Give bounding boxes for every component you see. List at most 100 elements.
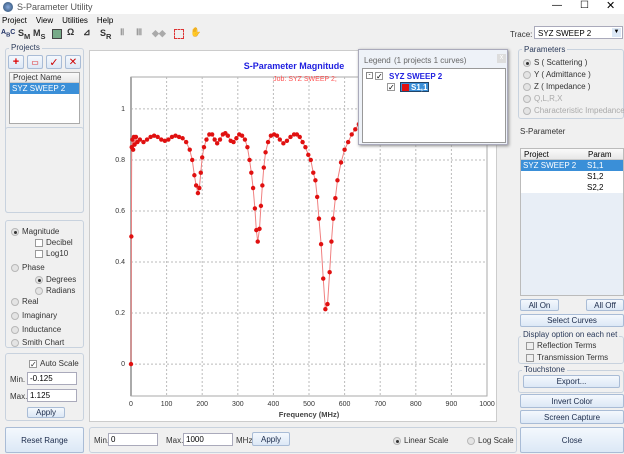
radio-log-scale[interactable]: Log Scale: [467, 436, 514, 445]
transmission-checkbox[interactable]: Transmission Terms: [526, 353, 608, 362]
radio-degrees[interactable]: Degrees: [35, 275, 76, 284]
check-button[interactable]: ✓: [46, 55, 62, 69]
radio-phase[interactable]: Phase: [11, 263, 45, 272]
omega-icon[interactable]: Ω: [67, 27, 74, 37]
data-point: [258, 203, 264, 209]
data-point: [265, 139, 271, 145]
x-tick-label: 800: [410, 401, 422, 408]
data-point: [274, 133, 280, 138]
delete-button[interactable]: ✕: [65, 55, 81, 69]
select-icon[interactable]: [174, 29, 184, 39]
max-label: Max.: [10, 392, 28, 401]
radio-inductance[interactable]: Inductance: [11, 325, 61, 334]
radio-characteristic[interactable]: Characteristic Impedance: [523, 106, 624, 115]
data-point: [187, 147, 192, 152]
data-point: [198, 170, 203, 175]
range-min-label: Min.: [94, 436, 110, 445]
maximize-button[interactable]: ☐: [580, 0, 589, 11]
close-window-button[interactable]: ✕: [606, 0, 615, 12]
radio-magnitude[interactable]: Magnitude: [11, 227, 59, 236]
legend-close-icon[interactable]: x: [497, 54, 506, 63]
reflection-checkbox[interactable]: Reflection Terms: [526, 341, 596, 350]
menu-project[interactable]: Project: [2, 16, 27, 25]
range-max-input[interactable]: [183, 433, 233, 446]
close-button[interactable]: Close: [520, 427, 624, 453]
radio-y[interactable]: Y ( Admittance ): [523, 70, 591, 79]
chart-subtitle: Job: SYZ SWEEP 2;: [273, 76, 337, 83]
data-point: [239, 133, 245, 138]
radio-z[interactable]: Z ( Impedance ): [523, 82, 590, 91]
x-tick-label: 100: [161, 401, 173, 408]
curve-checkbox[interactable]: ✓: [387, 83, 395, 92]
trace-dropdown[interactable]: SYZ SWEEP 2 ▼: [534, 26, 623, 39]
sparam-header: Project Param: [521, 149, 623, 160]
all-off-button[interactable]: All Off: [586, 299, 624, 311]
reset-range-button[interactable]: Reset Range: [5, 427, 84, 453]
col-param: Param: [588, 150, 612, 159]
x-tick-label: 400: [268, 401, 280, 408]
sparam-row[interactable]: S2,2: [521, 182, 623, 193]
radio-s[interactable]: S ( Scattering ): [523, 58, 587, 67]
sparam-title: S-Parameter: [520, 127, 566, 136]
project-name-header: Project Name: [10, 73, 79, 83]
arrows-icon[interactable]: ◆◆: [152, 28, 166, 39]
sr-icon[interactable]: SR: [100, 28, 111, 41]
sparam-row[interactable]: S1,2: [521, 171, 623, 182]
all-on-button[interactable]: All On: [520, 299, 559, 311]
add-project-button[interactable]: +: [8, 55, 24, 69]
legend-window[interactable]: Legend (1 projects 1 curves) x - ✓ SYZ S…: [358, 49, 508, 145]
min-input[interactable]: [27, 372, 77, 385]
radio-radians[interactable]: Radians: [35, 286, 75, 295]
radio-linear-scale[interactable]: Linear Scale: [393, 436, 448, 445]
calc-icon[interactable]: [52, 29, 62, 39]
align2-icon[interactable]: Ⅲ: [136, 27, 142, 38]
align-icon[interactable]: Ⅱ: [120, 27, 124, 38]
checkbox-decibel[interactable]: Decibel: [35, 238, 73, 247]
menu-help[interactable]: Help: [97, 16, 113, 25]
sm-icon[interactable]: SM: [18, 28, 30, 41]
data-point: [284, 138, 290, 143]
data-point: [329, 239, 334, 244]
ms-icon[interactable]: MS: [33, 28, 46, 41]
legend-curve-label: S1,1: [411, 83, 428, 92]
curve-color-swatch: [402, 84, 409, 91]
remove-project-button[interactable]: ▭: [27, 55, 43, 69]
data-point: [180, 136, 185, 141]
radio-smith-chart[interactable]: Smith Chart: [11, 338, 64, 347]
range-apply-button[interactable]: Apply: [252, 432, 290, 446]
sparam-row[interactable]: SYZ SWEEP 2 S1,1: [521, 160, 623, 171]
chevron-down-icon[interactable]: ▼: [612, 28, 621, 37]
abc-icon[interactable]: ABC: [1, 29, 15, 38]
export-button[interactable]: Export...: [523, 375, 620, 388]
legend-curve[interactable]: S1,1: [400, 82, 429, 92]
auto-scale-checkbox[interactable]: ✓ Auto Scale: [29, 359, 79, 368]
data-point: [333, 196, 338, 201]
y-tick-label: 0.6: [115, 208, 125, 215]
data-point: [201, 144, 207, 150]
data-point: [313, 178, 318, 183]
invert-color-button[interactable]: Invert Color: [520, 394, 624, 408]
x-tick-label: 300: [232, 401, 244, 408]
project-item[interactable]: SYZ SWEEP 2: [10, 83, 79, 94]
menu-view[interactable]: View: [36, 16, 53, 25]
project-checkbox[interactable]: ✓: [375, 72, 383, 81]
app-icon: [3, 2, 13, 12]
chart-icon[interactable]: ⊿: [83, 27, 91, 38]
collapse-icon[interactable]: -: [366, 72, 373, 79]
radio-q[interactable]: Q,L,R,X: [523, 94, 562, 103]
data-point: [263, 150, 268, 155]
max-input[interactable]: [27, 389, 77, 402]
range-min-input[interactable]: [108, 433, 158, 446]
scale-apply-button[interactable]: Apply: [27, 407, 65, 418]
radio-real[interactable]: Real: [11, 297, 38, 306]
menu-utilities[interactable]: Utilities: [62, 16, 88, 25]
screen-capture-button[interactable]: Screen Capture: [520, 410, 624, 424]
range-max-label: Max.: [166, 436, 184, 445]
minimize-button[interactable]: —: [552, 0, 562, 11]
checkbox-log10[interactable]: Log10: [35, 249, 68, 258]
project-list: Project Name SYZ SWEEP 2: [9, 72, 80, 124]
data-point: [277, 137, 283, 142]
hand-icon[interactable]: ✋: [190, 27, 201, 38]
select-curves-button[interactable]: Select Curves: [520, 314, 624, 327]
radio-imaginary[interactable]: Imaginary: [11, 311, 57, 320]
